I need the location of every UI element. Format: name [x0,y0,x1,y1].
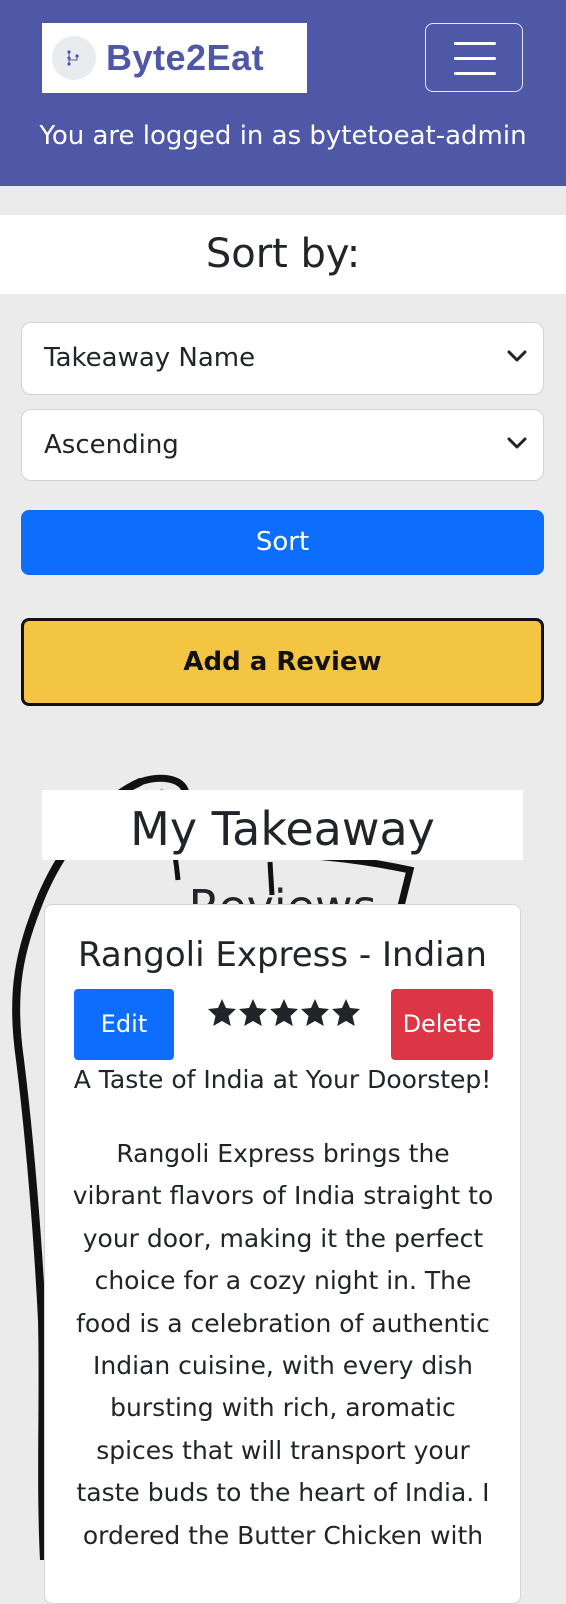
hamburger-icon-bar [454,72,496,75]
star-rating [208,999,360,1026]
hamburger-icon-bar [454,57,496,60]
review-body: Rangoli Express brings the vibrant flavo… [72,1139,494,1550]
star-icon [332,999,360,1026]
star-icon [270,999,298,1026]
sort-field-select[interactable]: Takeaway Name [21,322,544,395]
brand-logo-icon [52,36,96,80]
edit-review-button[interactable]: Edit [74,989,174,1060]
star-icon [239,999,267,1026]
star-icon [301,999,329,1026]
hamburger-icon [454,42,496,45]
my-reviews-heading: My Takeaway Reviews [42,790,523,934]
review-card: Rangoli Express - Indian Edit Delete A T… [44,904,521,1604]
delete-review-button[interactable]: Delete [391,989,493,1060]
chevron-down-icon [507,350,527,362]
star-icon [208,999,236,1026]
sort-button[interactable]: Sort [21,510,544,575]
chevron-down-icon [507,437,527,449]
sort-heading: Sort by: [0,215,566,294]
sort-order-value: Ascending [44,430,179,460]
add-review-button[interactable]: Add a Review [21,618,544,706]
sort-order-select[interactable]: Ascending [21,409,544,481]
brand-link[interactable]: Byte2Eat [42,23,307,93]
logged-in-status: You are logged in as bytetoeat-admin [39,121,527,151]
review-tagline: A Taste of India at Your Doorstep! [73,1065,492,1094]
sort-field-value: Takeaway Name [44,343,256,373]
brand-name: Byte2Eat [106,37,265,78]
menu-toggle-button[interactable] [425,23,523,92]
navbar: Byte2Eat You are logged in as bytetoeat-… [0,0,566,186]
review-title: Rangoli Express - Indian [78,935,487,975]
